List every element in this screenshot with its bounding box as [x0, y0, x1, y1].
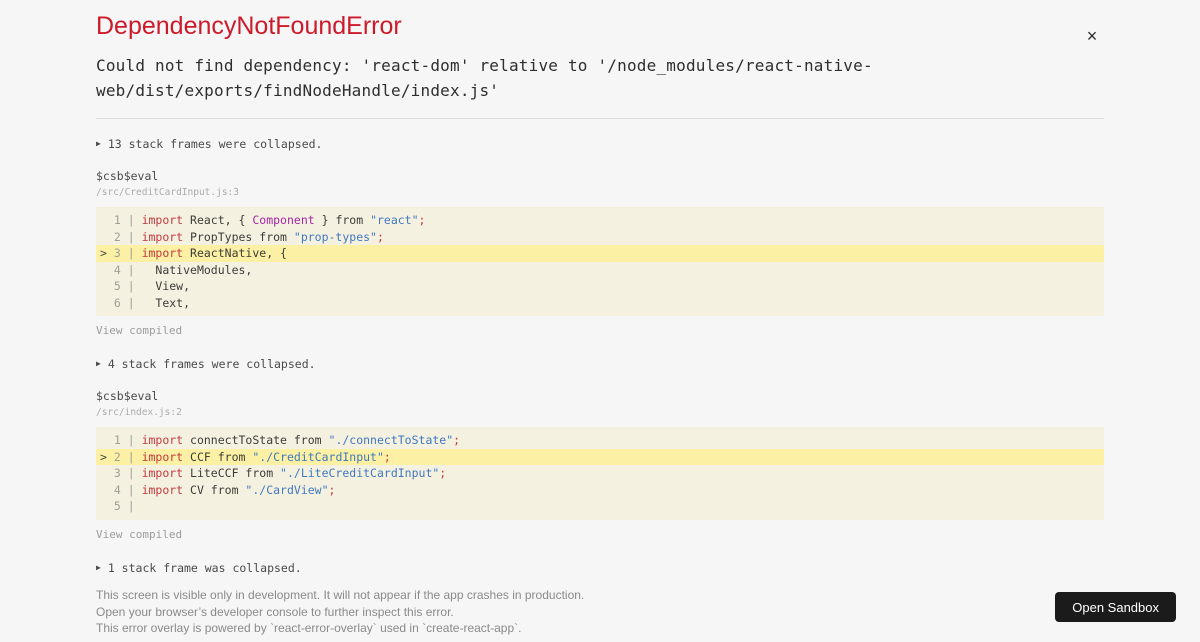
footer-note-development: This screen is visible only in developme… — [96, 588, 585, 602]
code-token: connectToState from — [183, 433, 329, 447]
code-token: ; — [453, 433, 461, 447]
frame-file-location: /src/CreditCardInput.js:3 — [96, 187, 239, 198]
view-compiled-link[interactable]: View compiled — [96, 528, 182, 541]
disclosure-triangle-icon: ▶ — [96, 359, 101, 368]
code-token: import — [141, 229, 184, 244]
code-token: ReactNative, { — [183, 246, 287, 260]
collapsed-frames-toggle[interactable]: ▶ 4 stack frames were collapsed. — [96, 357, 1104, 371]
footer-note-overlay: This error overlay is powered by `react-… — [96, 621, 522, 635]
frame-function-name: $csb$eval — [96, 169, 159, 183]
code-token: ; — [328, 482, 336, 497]
open-sandbox-button[interactable]: Open Sandbox — [1055, 592, 1176, 622]
caret-marker — [100, 466, 114, 480]
code-snippet: 1 | import React, { Component } from "re… — [96, 207, 1104, 316]
collapsed-frames-toggle[interactable]: ▶ 1 stack frame was collapsed. — [96, 561, 1104, 575]
collapsed-frames-toggle[interactable]: ▶ 13 stack frames were collapsed. — [96, 137, 1104, 151]
code-token: ; — [383, 449, 391, 464]
footer-note-console: Open your browser’s developer console to… — [96, 604, 454, 619]
line-number: 5 | — [113, 499, 142, 513]
view-compiled-link[interactable]: View compiled — [96, 324, 182, 337]
collapsed-frames-label: 4 stack frames were collapsed. — [107, 357, 316, 371]
code-token: View, — [141, 279, 191, 293]
frame-function-name: $csb$eval — [96, 389, 159, 403]
code-token: CV from — [183, 482, 246, 497]
code-line: 1 | import React, { Component } from "re… — [96, 212, 1104, 229]
code-token: "./connectToState" — [328, 433, 454, 447]
line-number: 6 | — [113, 295, 142, 310]
code-snippet: 1 | import connectToState from "./connec… — [96, 427, 1104, 520]
error-title: DependencyNotFoundError — [96, 12, 402, 40]
line-number: 2 | — [113, 449, 142, 464]
collapsed-frames-label: 1 stack frame was collapsed. — [107, 560, 302, 575]
code-line: 1 | import connectToState from "./connec… — [96, 432, 1104, 449]
code-token: LiteCCF from — [183, 466, 281, 480]
code-token: "./CardView" — [245, 482, 329, 497]
line-number: 2 | — [113, 229, 142, 244]
frame-file-location: /src/index.js:2 — [96, 407, 182, 418]
caret-marker — [100, 483, 114, 497]
caret-marker — [100, 296, 114, 310]
code-token: ; — [439, 466, 447, 480]
code-token: "react" — [370, 213, 419, 227]
line-number: 3 | — [113, 466, 142, 480]
code-token: import — [141, 213, 184, 227]
code-token: import — [141, 246, 184, 260]
code-token: import — [141, 449, 184, 464]
error-message: Could not find dependency: 'react-dom' r… — [96, 56, 873, 100]
caret-marker — [100, 213, 114, 227]
code-line: > 3 | import ReactNative, { — [96, 245, 1104, 262]
disclosure-triangle-icon: ▶ — [96, 139, 101, 148]
code-line: 5 | View, — [96, 278, 1104, 295]
disclosure-triangle-icon: ▶ — [96, 562, 101, 572]
code-token: Component — [252, 213, 315, 227]
code-line: 3 | import LiteCCF from "./LiteCreditCar… — [96, 465, 1104, 482]
caret-marker: > — [100, 449, 114, 464]
code-line: 5 | — [96, 498, 1104, 515]
code-token: ; — [376, 229, 384, 244]
line-number: 1 | — [113, 433, 142, 447]
code-token: import — [141, 466, 184, 480]
code-line: > 2 | import CCF from "./CreditCardInput… — [96, 448, 1104, 465]
error-overlay-content: DependencyNotFoundError Could not find d… — [0, 12, 1200, 575]
caret-marker — [100, 499, 114, 513]
code-token: } from — [314, 213, 371, 227]
code-token: import — [141, 482, 184, 497]
caret-marker — [100, 279, 114, 293]
line-number: 5 | — [113, 279, 142, 293]
code-token: PropTypes from — [183, 229, 294, 244]
code-token: import — [141, 433, 184, 447]
divider — [96, 118, 1104, 119]
line-number: 1 | — [113, 213, 142, 227]
line-number: 3 | — [113, 246, 142, 260]
code-token: "./LiteCreditCardInput" — [280, 466, 440, 480]
collapsed-frames-label: 13 stack frames were collapsed. — [107, 137, 323, 151]
caret-marker — [100, 433, 114, 447]
code-token: React, { — [183, 213, 253, 227]
code-line: 6 | Text, — [96, 295, 1104, 312]
code-line: 2 | import PropTypes from "prop-types"; — [96, 229, 1104, 246]
code-token: CCF from — [183, 449, 253, 464]
code-token: ; — [418, 213, 426, 227]
code-token: "./CreditCardInput" — [252, 449, 384, 464]
code-token: "prop-types" — [293, 229, 377, 244]
footer: This screen is visible only in developme… — [0, 583, 1200, 642]
close-icon[interactable]: × — [1082, 26, 1102, 46]
stack-frames: ▶ 13 stack frames were collapsed. $csb$eva… — [96, 137, 1104, 575]
caret-marker: > — [100, 246, 114, 260]
line-number: 4 | — [113, 262, 142, 277]
code-line: 4 | NativeModules, — [96, 262, 1104, 279]
error-overlay: { "header": { "title": "DependencyNotFou… — [0, 12, 1200, 642]
code-line: 4 | import CV from "./CardView"; — [96, 482, 1104, 499]
code-token: NativeModules, — [141, 262, 253, 277]
code-token: Text, — [141, 295, 191, 310]
caret-marker — [100, 263, 114, 277]
line-number: 4 | — [113, 482, 142, 497]
caret-marker — [100, 230, 114, 244]
